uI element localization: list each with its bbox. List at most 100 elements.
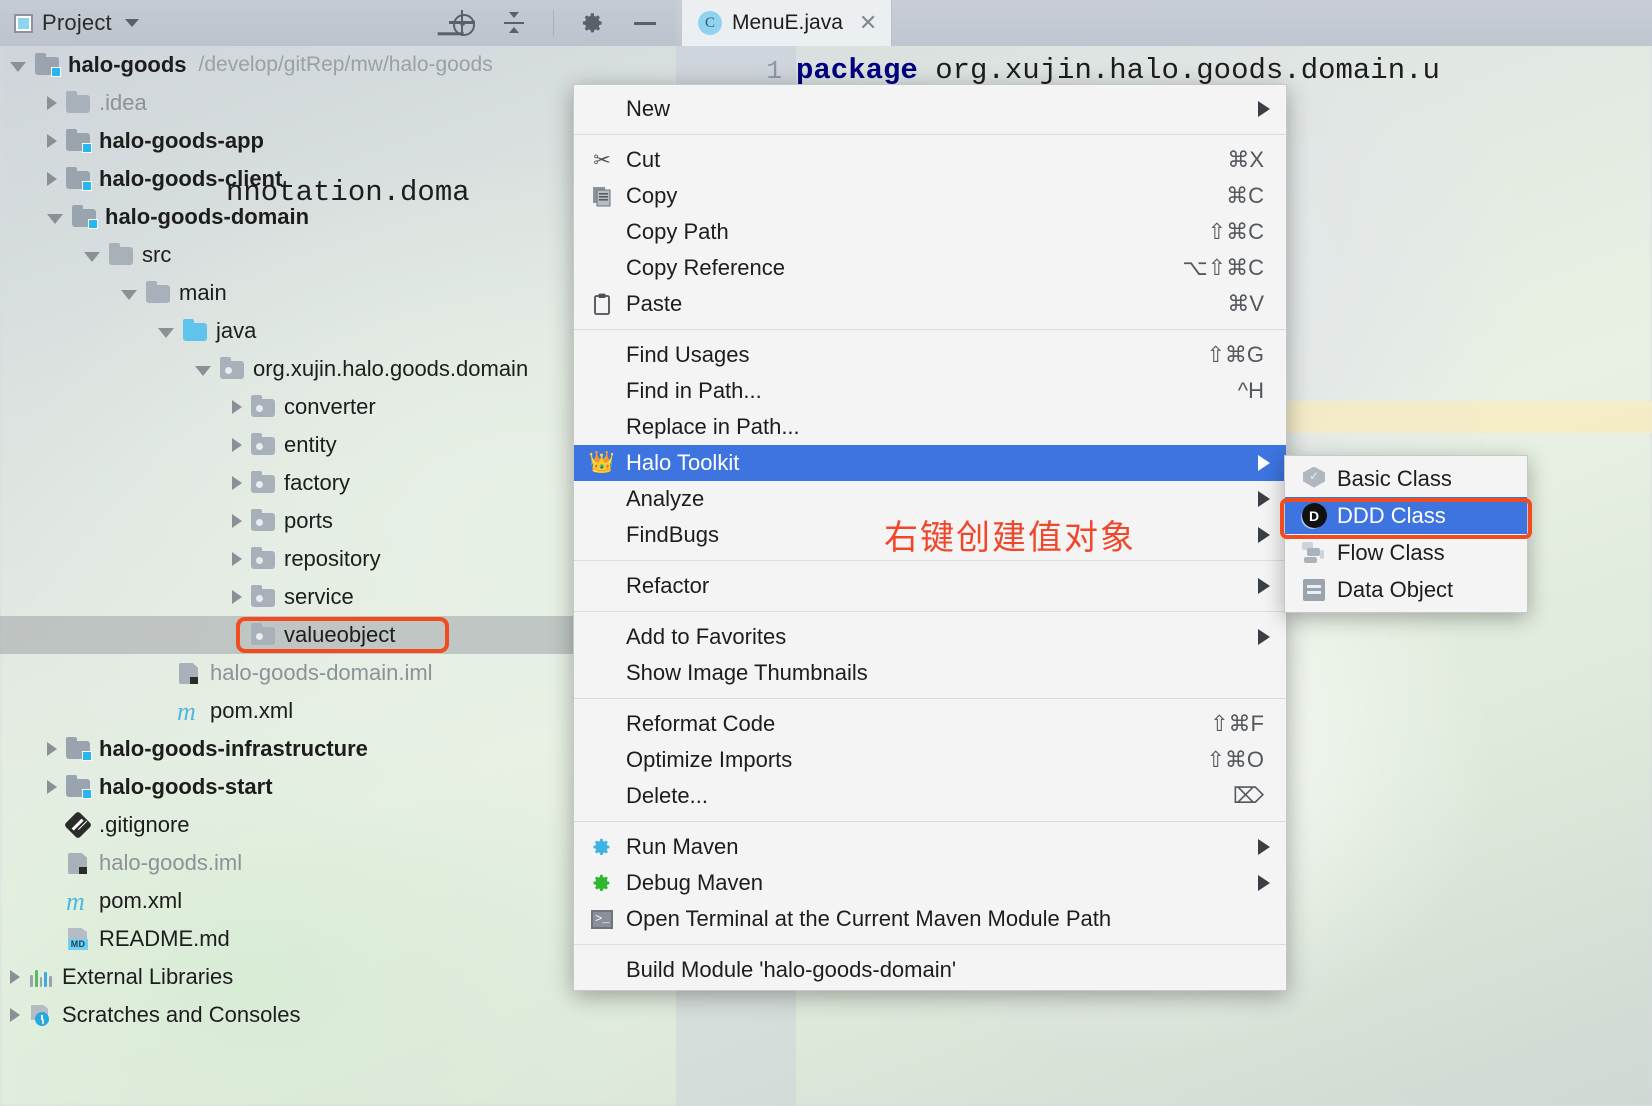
tree-item-scratches-and-consoles[interactable]: Scratches and Consoles	[0, 996, 676, 1034]
menu-item-label: FindBugs	[626, 522, 719, 547]
menu-item-paste[interactable]: Paste ⌘V	[574, 286, 1286, 322]
menu-item-replace-in-path[interactable]: Replace in Path...	[574, 409, 1286, 445]
menu-item-delete[interactable]: Delete... ⌦	[574, 778, 1286, 814]
menu-item-refactor[interactable]: Refactor	[574, 568, 1286, 604]
menu-item-shortcut: ⌥⇧⌘C	[1182, 255, 1264, 280]
menu-separator	[574, 611, 1286, 612]
submenu-item-data-object[interactable]: Data Object	[1285, 571, 1527, 608]
menu-group: Build Module 'halo-goods-domain'	[574, 950, 1286, 990]
chevron-down-icon[interactable]	[84, 252, 100, 262]
java-class-icon: C	[698, 11, 722, 35]
menu-item-copy[interactable]: Copy ⌘C	[574, 178, 1286, 214]
collapse-all-icon[interactable]	[501, 10, 527, 36]
tree-item-label: External Libraries	[62, 964, 234, 989]
menu-item-copy-reference[interactable]: Copy Reference ⌥⇧⌘C	[574, 250, 1286, 286]
chevron-right-icon[interactable]	[47, 742, 57, 756]
chevron-right-icon[interactable]	[232, 514, 242, 528]
submenu-item-basic-class[interactable]: Basic Class	[1285, 460, 1527, 497]
menu-item-label: Refactor	[626, 573, 710, 598]
menu-item-find-usages[interactable]: Find Usages ⇧⌘G	[574, 337, 1286, 373]
tree-item-label: halo-goods-infrastructure	[99, 736, 368, 761]
gitignore-icon	[63, 810, 93, 840]
menu-item-label: Paste	[626, 291, 683, 316]
chevron-right-icon[interactable]	[232, 552, 242, 566]
menu-item-halo-toolkit[interactable]: 👑 Halo Toolkit	[574, 445, 1286, 481]
chevron-down-icon[interactable]	[124, 19, 139, 27]
menu-group: Add to Favorites Show Image Thumbnails	[574, 617, 1286, 693]
menu-item-find-in-path[interactable]: Find in Path... ^H	[574, 373, 1286, 409]
menu-group: New	[574, 89, 1286, 129]
menu-group: ✂ Cut ⌘X Copy ⌘C Copy Path ⇧⌘C Copy Reference ⌥⇧…	[574, 140, 1286, 324]
menu-item-no-icon	[590, 220, 614, 244]
submenu-item-flow-class[interactable]: Flow Class	[1285, 534, 1527, 571]
gear-green-icon	[590, 871, 614, 895]
menu-item-label: Delete...	[626, 783, 708, 808]
folder-icon	[109, 243, 134, 266]
chevron-right-icon[interactable]	[232, 400, 242, 414]
chevron-down-icon[interactable]	[10, 62, 26, 72]
menu-item-new[interactable]: New	[574, 91, 1286, 127]
menu-item-label: Add to Favorites	[626, 624, 787, 649]
editor-tab-menue-java[interactable]: C MenuE.java ✕	[682, 0, 893, 46]
chevron-right-icon[interactable]	[47, 134, 57, 148]
menu-item-optimize-imports[interactable]: Optimize Imports ⇧⌘O	[574, 742, 1286, 778]
chevron-right-icon[interactable]	[232, 476, 242, 490]
chevron-right-icon[interactable]	[47, 96, 57, 110]
close-icon[interactable]: ✕	[859, 10, 877, 36]
menu-item-copy-path[interactable]: Copy Path ⇧⌘C	[574, 214, 1286, 250]
tree-item-label: pom.xml	[210, 698, 294, 723]
chevron-down-icon[interactable]	[47, 214, 63, 224]
menu-separator	[574, 944, 1286, 945]
project-panel-title-group[interactable]: Project	[0, 10, 139, 36]
submenu-item-ddd-class[interactable]: D DDD Class	[1285, 497, 1527, 534]
menu-item-debug-maven[interactable]: Debug Maven	[574, 865, 1286, 901]
paste-icon	[590, 292, 614, 316]
terminal-icon: >_	[590, 907, 614, 931]
gear-blue-icon	[590, 835, 614, 859]
module-folder-icon	[72, 205, 98, 229]
tree-item-label: README.md	[99, 926, 230, 951]
menu-item-add-to-favorites[interactable]: Add to Favorites	[574, 619, 1286, 655]
chevron-right-icon[interactable]	[47, 780, 57, 794]
chevron-right-icon[interactable]	[232, 590, 242, 604]
gear-icon[interactable]	[580, 10, 606, 36]
menu-item-run-maven[interactable]: Run Maven	[574, 829, 1286, 865]
editor-highlight-strip	[1276, 401, 1652, 433]
locate-icon[interactable]	[449, 10, 475, 36]
menu-item-shortcut: ⌘C	[1226, 183, 1264, 208]
menu-item-label: Run Maven	[626, 834, 739, 859]
menu-item-no-icon	[590, 958, 614, 982]
menu-item-build-module-halo-goods-domain[interactable]: Build Module 'halo-goods-domain'	[574, 952, 1286, 988]
project-panel-header: Project	[0, 0, 676, 46]
minimize-icon[interactable]	[632, 10, 658, 36]
chevron-down-icon[interactable]	[158, 328, 174, 338]
tree-item-label: halo-goods-domain.iml	[210, 660, 433, 685]
external-libraries-icon	[29, 966, 54, 988]
menu-item-no-icon	[590, 379, 614, 403]
chevron-down-icon[interactable]	[195, 366, 211, 376]
chevron-right-icon	[1258, 527, 1270, 543]
menu-separator	[574, 560, 1286, 561]
chevron-right-icon	[1258, 839, 1270, 855]
module-folder-icon	[35, 53, 61, 77]
module-folder-icon	[66, 129, 92, 153]
chevron-right-icon	[1258, 491, 1270, 507]
menu-item-shortcut: ^H	[1237, 378, 1264, 403]
page-title: Project	[42, 10, 112, 35]
menu-item-cut[interactable]: ✂ Cut ⌘X	[574, 142, 1286, 178]
chevron-down-icon[interactable]	[121, 290, 137, 300]
chevron-right-icon[interactable]	[10, 970, 20, 984]
menu-item-show-image-thumbnails[interactable]: Show Image Thumbnails	[574, 655, 1286, 691]
chevron-right-icon[interactable]	[47, 172, 57, 186]
chevron-right-icon[interactable]	[232, 438, 242, 452]
folder-icon	[146, 281, 171, 304]
menu-item-open-terminal-at-the-current-maven-module-path[interactable]: >_ Open Terminal at the Current Maven Mod…	[574, 901, 1286, 937]
menu-item-reformat-code[interactable]: Reformat Code ⇧⌘F	[574, 706, 1286, 742]
code-rest: org.xujin.halo.goods.domain.u	[917, 54, 1440, 87]
menu-item-label: Analyze	[626, 486, 705, 511]
menu-item-label: Copy	[626, 183, 678, 208]
chevron-right-icon[interactable]	[10, 1008, 20, 1022]
line-number: 1	[766, 56, 782, 86]
editor-tab-bar: C MenuE.java ✕	[676, 0, 1652, 46]
tree-item-halo-goods[interactable]: halo-goods/develop/gitRep/mw/halo-goods	[0, 46, 676, 84]
